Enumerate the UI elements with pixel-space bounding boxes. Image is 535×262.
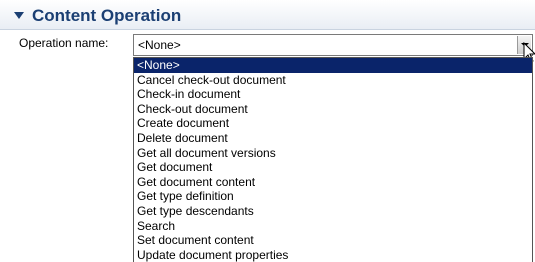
dropdown-item-get-all-document-versions[interactable]: Get all document versions: [134, 146, 532, 161]
dropdown-item-check-out-document[interactable]: Check-out document: [134, 102, 532, 117]
dropdown-item-get-document[interactable]: Get document: [134, 160, 532, 175]
section-title: Content Operation: [32, 6, 182, 25]
section-divider: [0, 29, 535, 30]
dropdown-item-delete-document[interactable]: Delete document: [134, 131, 532, 146]
dropdown-item-get-type-descendants[interactable]: Get type descendants: [134, 204, 532, 219]
dropdown-item-get-document-content[interactable]: Get document content: [134, 175, 532, 190]
dropdown-item-check-in-document[interactable]: Check-in document: [134, 87, 532, 102]
dropdown-item-search[interactable]: Search: [134, 219, 532, 234]
operation-name-combobox[interactable]: <None>: [133, 34, 533, 56]
section-header[interactable]: Content Operation: [0, 0, 535, 30]
operation-name-dropdown-list[interactable]: <None> Cancel check-out document Check-i…: [133, 57, 533, 262]
dropdown-item-get-type-definition[interactable]: Get type definition: [134, 189, 532, 204]
dropdown-item-cancel-check-out-document[interactable]: Cancel check-out document: [134, 73, 532, 88]
section-collapse-icon[interactable]: [14, 12, 24, 19]
operation-name-label: Operation name:: [19, 36, 109, 50]
dropdown-item-create-document[interactable]: Create document: [134, 116, 532, 131]
dropdown-item-set-document-content[interactable]: Set document content: [134, 233, 532, 248]
dropdown-item-update-document-properties[interactable]: Update document properties: [134, 248, 532, 262]
combobox-value: <None>: [138, 38, 181, 52]
dropdown-item-none[interactable]: <None>: [134, 58, 532, 73]
